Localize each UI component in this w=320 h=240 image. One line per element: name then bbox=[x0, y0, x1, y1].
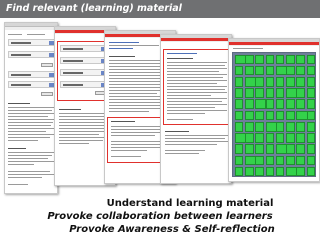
material-tile[interactable] bbox=[286, 144, 295, 154]
material-tile[interactable] bbox=[296, 166, 306, 177]
material-tile[interactable] bbox=[244, 166, 254, 177]
material-tile[interactable] bbox=[296, 133, 306, 143]
material-tile[interactable] bbox=[275, 121, 285, 132]
material-tile[interactable] bbox=[306, 121, 316, 132]
material-tile[interactable] bbox=[265, 110, 275, 121]
screenshot-detail-view bbox=[160, 34, 232, 184]
material-tile[interactable] bbox=[296, 77, 306, 87]
material-tile[interactable] bbox=[265, 144, 275, 154]
material-tile[interactable] bbox=[255, 155, 264, 166]
caption-understand: Understand learning material bbox=[106, 198, 274, 209]
material-tile[interactable] bbox=[306, 54, 316, 65]
material-tile[interactable] bbox=[275, 54, 285, 65]
material-tile[interactable] bbox=[296, 54, 306, 65]
highlight-bar bbox=[161, 38, 231, 41]
material-tile[interactable] bbox=[296, 155, 306, 166]
material-tile[interactable] bbox=[234, 110, 244, 121]
caption-awareness: Provoke Awareness & Self-reflection bbox=[69, 224, 275, 235]
material-tile[interactable] bbox=[244, 144, 254, 154]
material-tile[interactable] bbox=[265, 77, 275, 87]
material-tile[interactable] bbox=[296, 99, 306, 110]
material-tile[interactable] bbox=[265, 65, 275, 76]
material-tile[interactable] bbox=[265, 133, 275, 143]
material-tile[interactable] bbox=[255, 54, 264, 65]
material-tile[interactable] bbox=[306, 65, 316, 76]
material-tile[interactable] bbox=[275, 166, 285, 177]
material-tile[interactable] bbox=[286, 77, 295, 87]
material-tile[interactable] bbox=[286, 155, 295, 166]
material-tile[interactable] bbox=[296, 121, 306, 132]
material-tile[interactable] bbox=[286, 65, 295, 76]
material-tile[interactable] bbox=[234, 166, 244, 177]
material-tile[interactable] bbox=[255, 88, 264, 98]
material-tile[interactable] bbox=[244, 133, 254, 143]
material-tile[interactable] bbox=[265, 155, 275, 166]
material-tile[interactable] bbox=[296, 65, 306, 76]
material-tile[interactable] bbox=[234, 99, 244, 110]
filter-row[interactable] bbox=[60, 69, 108, 76]
filter-row[interactable] bbox=[60, 45, 108, 52]
material-tile[interactable] bbox=[275, 110, 285, 121]
filter-row[interactable] bbox=[8, 39, 56, 46]
material-tile[interactable] bbox=[275, 133, 285, 143]
material-tile[interactable] bbox=[265, 99, 275, 110]
material-tile[interactable] bbox=[306, 99, 316, 110]
material-tile[interactable] bbox=[275, 77, 285, 87]
material-tile[interactable] bbox=[255, 65, 264, 76]
material-tile[interactable] bbox=[244, 110, 254, 121]
apply-button[interactable] bbox=[41, 92, 53, 96]
material-tile[interactable] bbox=[234, 88, 244, 98]
material-tile[interactable] bbox=[234, 77, 244, 87]
filter-row[interactable] bbox=[60, 57, 108, 64]
material-tile[interactable] bbox=[255, 77, 264, 87]
search-button[interactable] bbox=[41, 63, 53, 67]
material-tile[interactable] bbox=[234, 121, 244, 132]
tile-grid bbox=[232, 52, 316, 177]
material-tile[interactable] bbox=[306, 77, 316, 87]
material-tile[interactable] bbox=[296, 144, 306, 154]
material-tile[interactable] bbox=[306, 155, 316, 166]
material-tile[interactable] bbox=[296, 88, 306, 98]
material-tile[interactable] bbox=[234, 65, 244, 76]
material-tile[interactable] bbox=[306, 110, 316, 121]
filter-row[interactable] bbox=[8, 51, 56, 58]
material-tile[interactable] bbox=[255, 110, 264, 121]
material-tile[interactable] bbox=[244, 88, 254, 98]
material-tile[interactable] bbox=[286, 121, 295, 132]
material-tile[interactable] bbox=[275, 99, 285, 110]
material-tile[interactable] bbox=[244, 121, 254, 132]
caption-collaboration: Provoke collaboration between learners bbox=[47, 211, 273, 222]
screenshot-search-panel bbox=[4, 22, 58, 194]
material-tile[interactable] bbox=[275, 155, 285, 166]
material-tile[interactable] bbox=[286, 99, 295, 110]
material-tile[interactable] bbox=[275, 88, 285, 98]
material-tile[interactable] bbox=[306, 166, 316, 177]
material-tile[interactable] bbox=[306, 144, 316, 154]
material-tile[interactable] bbox=[255, 144, 264, 154]
material-tile[interactable] bbox=[265, 88, 275, 98]
material-tile[interactable] bbox=[244, 99, 254, 110]
material-tile[interactable] bbox=[286, 110, 295, 121]
material-tile[interactable] bbox=[244, 54, 254, 65]
material-tile[interactable] bbox=[306, 88, 316, 98]
filter-row[interactable] bbox=[8, 81, 56, 88]
material-tile[interactable] bbox=[244, 65, 254, 76]
material-tile[interactable] bbox=[255, 121, 264, 132]
material-tile[interactable] bbox=[306, 133, 316, 143]
material-tile[interactable] bbox=[255, 133, 264, 143]
material-tile[interactable] bbox=[234, 144, 244, 154]
window-toolbar bbox=[5, 27, 57, 30]
material-tile[interactable] bbox=[286, 133, 295, 143]
material-tile[interactable] bbox=[234, 155, 244, 166]
filter-row[interactable] bbox=[8, 71, 56, 78]
material-tile[interactable] bbox=[286, 54, 295, 65]
material-tile[interactable] bbox=[265, 54, 275, 65]
filter-row[interactable] bbox=[60, 81, 108, 88]
highlight-bar bbox=[229, 42, 319, 45]
material-tile[interactable] bbox=[265, 166, 275, 177]
slide-title: Find relevant (learning) material bbox=[0, 0, 320, 18]
material-tile[interactable] bbox=[255, 166, 264, 177]
